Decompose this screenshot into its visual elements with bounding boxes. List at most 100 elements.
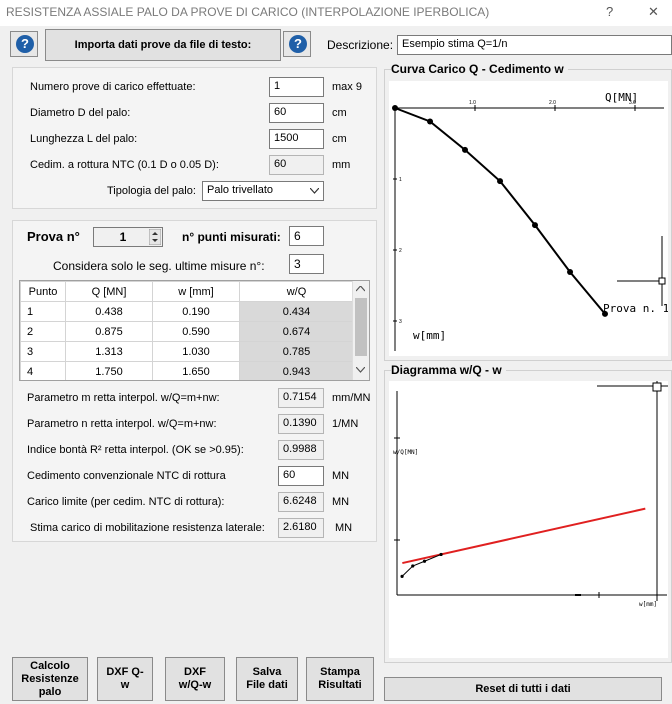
param-n-unit: 1/MN [332,418,359,430]
prova-label: Prova n° [27,229,80,244]
ntc-unit: mm [332,159,351,171]
ntc-label: Cedim. a rottura NTC (0.1 D o 0.05 D): [30,159,219,171]
cell-q[interactable]: 0.438 [65,301,153,322]
close-icon[interactable]: ✕ [648,4,659,20]
data-point [392,105,398,111]
dxf-qw-button[interactable]: DXF Q-w [97,657,153,701]
param-m-value: 0.7154 [278,388,324,408]
description-label: Descrizione: [327,38,394,52]
chart2-plot: w/Q[MN] w[mm] [389,381,668,658]
cell-wq: 0.943 [239,361,354,380]
grid-header-row: Punto Q [MN] w [mm] w/Q [20,281,354,302]
data-grid[interactable]: Punto Q [MN] w [mm] w/Q 1 0.438 0.190 0.… [19,280,370,381]
column-header-wq[interactable]: w/Q [239,281,354,302]
table-row[interactable]: 4 1.750 1.650 0.943 [20,361,354,380]
title-bar: RESISTENZA ASSIALE PALO DA PROVE DI CARI… [0,0,672,26]
cell-punto[interactable]: 3 [20,341,66,362]
help-button-left[interactable]: ? [10,31,38,57]
reset-all-button[interactable]: Reset di tutti i dati [384,677,662,701]
x-axis-label: w[mm] [639,601,657,608]
cell-q[interactable]: 1.313 [65,341,153,362]
print-results-button[interactable]: Stampa Risultati [306,657,374,701]
series-line [394,107,606,315]
load-settlement-chart: 1.0 2.0 3.0123Q[MN]w[mm]Prova n. 1 [392,91,668,351]
length-label: Lunghezza L del palo: [30,133,138,145]
ntc-settlement-unit: MN [332,470,350,482]
scroll-down-icon[interactable] [356,367,365,373]
data-point [462,146,468,153]
grid-scrollbar[interactable] [352,281,369,380]
pile-type-value: Palo trivellato [207,184,274,196]
x-tick-label: 1.0 [469,100,476,106]
last-seg-label: Considera solo le seg. ultime misure n°: [53,259,265,273]
cell-wq: 0.785 [239,341,354,362]
cell-punto[interactable]: 1 [20,301,66,322]
cell-w[interactable]: 0.590 [152,321,240,342]
x-axis-label: Q[MN] [605,91,638,104]
edge-marker-box [658,277,666,285]
cell-punto[interactable]: 2 [20,321,66,342]
table-row[interactable]: 3 1.313 1.030 0.785 [20,341,354,362]
y-tick-label: 1 [399,177,402,183]
data-point [497,178,504,185]
column-header-punto[interactable]: Punto [20,281,66,302]
length-unit: cm [332,133,347,145]
cell-w[interactable]: 1.650 [152,361,240,380]
prova-spinner[interactable]: 1 [93,227,163,247]
points-input[interactable]: 6 [289,226,324,246]
diameter-unit: cm [332,107,347,119]
ntc-settlement-input[interactable]: 60 [278,466,324,486]
cell-wq: 0.674 [239,321,354,342]
data-point [427,118,434,125]
last-seg-input[interactable]: 3 [289,254,324,274]
data-point [532,222,538,229]
pile-type-label: Tipologia del palo: [107,185,196,197]
cell-w[interactable]: 1.030 [152,341,240,362]
chart1-title: Curva Carico Q - Cedimento w [391,62,568,76]
y-tick-label: 2 [399,248,402,254]
cell-q[interactable]: 1.750 [65,361,153,380]
help-button-right[interactable]: ? [283,31,311,57]
description-input[interactable]: Esempio stima Q=1/n [397,35,672,55]
edge-marker-box [652,382,662,392]
limit-load-unit: MN [332,496,350,508]
column-header-q[interactable]: Q [MN] [65,281,153,302]
cell-q[interactable]: 0.875 [65,321,153,342]
ntc-input: 60 [269,155,324,175]
prova-value: 1 [119,230,127,244]
pile-type-select[interactable]: Palo trivellato [202,181,324,201]
r2-label: Indice bontà R² retta interpol. (OK se >… [27,444,244,456]
table-row[interactable]: 1 0.438 0.190 0.434 [20,301,354,322]
import-data-button[interactable]: Importa dati prove da file di testo: [45,29,281,61]
diameter-input[interactable]: 60 [269,103,324,123]
chevron-down-icon [310,188,319,194]
calc-resistance-button[interactable]: Calcolo Resistenze palo [12,657,88,701]
save-file-button[interactable]: Salva File dati [236,657,298,701]
cell-punto[interactable]: 4 [20,361,66,380]
scroll-thumb[interactable] [355,298,367,356]
help-title-icon[interactable]: ? [606,4,613,19]
limit-load-label: Carico limite (per cedim. NTC di rottura… [27,496,225,508]
cell-w[interactable]: 0.190 [152,301,240,322]
lateral-resistance-value: 2.6180 [278,518,324,538]
points-label: n° punti misurati: [182,230,281,244]
series-label: Prova n. 1 [603,302,668,315]
data-point [567,269,574,276]
spinner-arrows-icon[interactable] [149,229,161,245]
num-tests-input[interactable]: 1 [269,77,324,97]
lateral-resistance-label: Stima carico di mobilitazione resistenza… [30,522,265,534]
param-n-value: 0.1390 [278,414,324,434]
x-tick-label: 2.0 [549,100,556,106]
dxf-wqw-button[interactable]: DXF w/Q-w [165,657,225,701]
column-header-w[interactable]: w [mm] [152,281,240,302]
scroll-up-icon[interactable] [356,286,365,292]
limit-load-value: 6.6248 [278,492,324,512]
length-input[interactable]: 1500 [269,129,324,149]
table-row[interactable]: 2 0.875 0.590 0.674 [20,321,354,342]
lateral-resistance-unit: MN [335,522,353,534]
chart1-plot: 1.0 2.0 3.0 1 2 3 Q[MN] w[mm] Prova n. 1 [389,81,668,356]
cell-wq: 0.434 [239,301,354,322]
ntc-settlement-label: Cedimento convenzionale NTC di rottura [27,470,226,482]
num-tests-unit: max 9 [332,81,362,93]
y-axis-label: w[mm] [413,329,446,342]
